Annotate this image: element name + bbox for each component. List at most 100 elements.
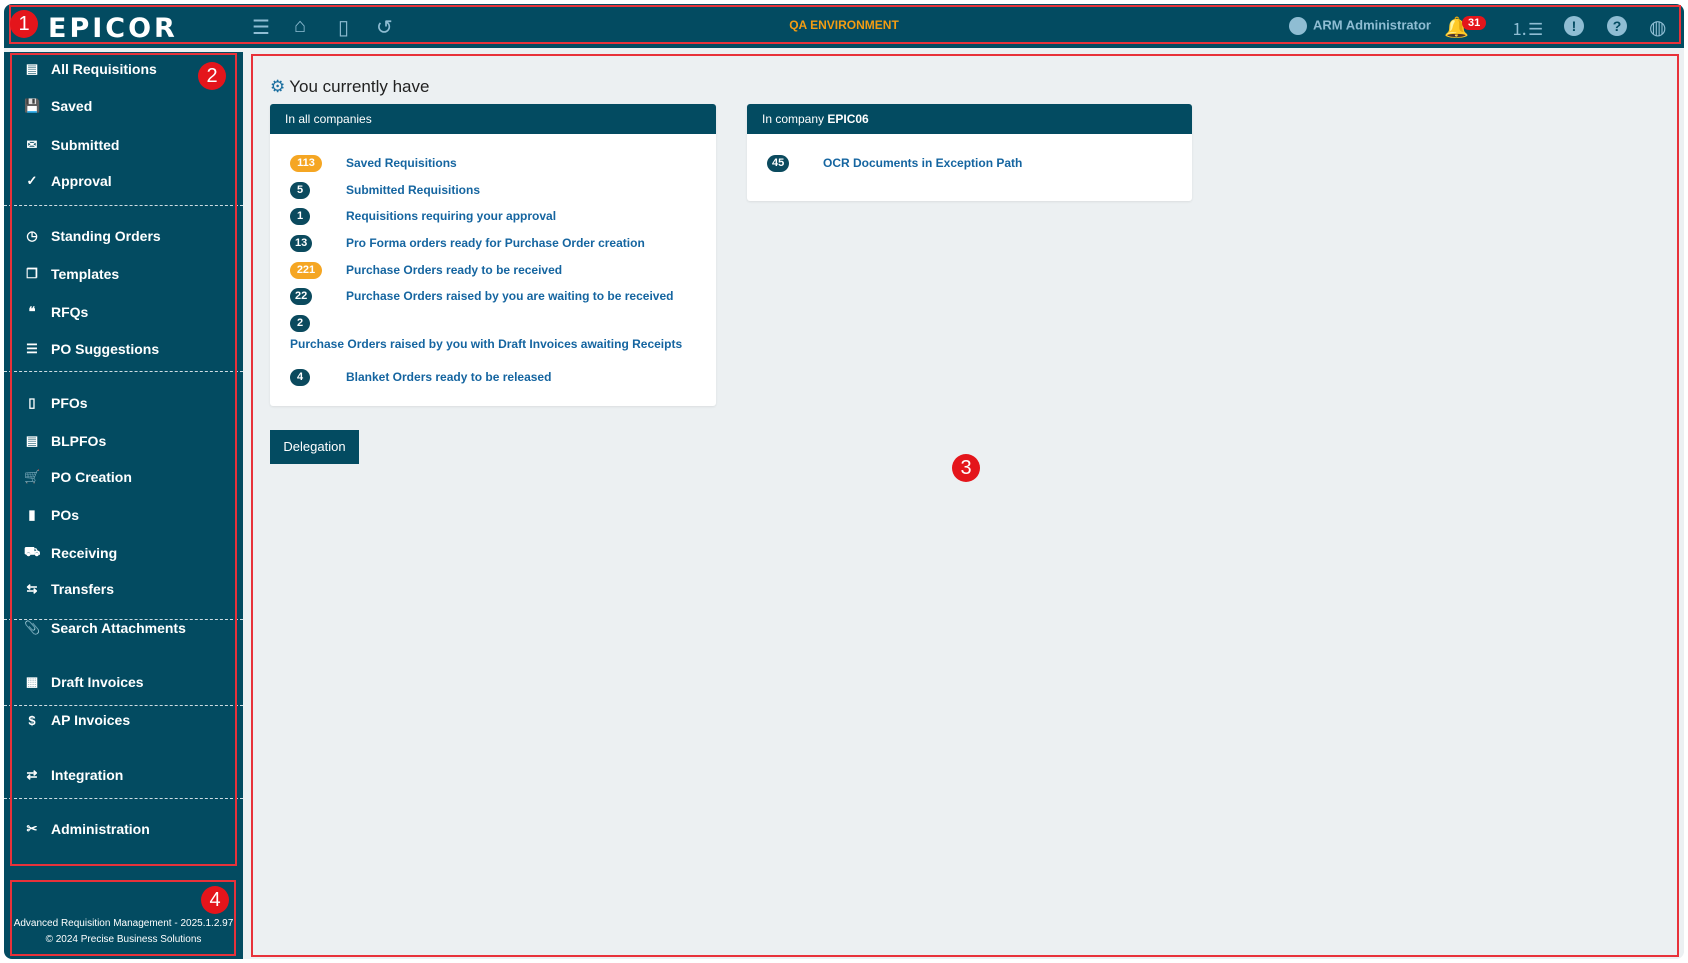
item-link[interactable]: Purchase Orders raised by you are waitin… bbox=[346, 289, 673, 303]
sidebar-item-icon: ▤ bbox=[25, 61, 39, 76]
sidebar-item-icon: ⛟ bbox=[24, 544, 41, 559]
sidebar-item-label: POs bbox=[51, 507, 80, 523]
count-badge: 113 bbox=[290, 155, 322, 172]
sidebar-item-standing-orders[interactable]: ◷ Standing Orders bbox=[24, 221, 161, 251]
sidebar-item-administration[interactable]: ✂ Administration bbox=[24, 814, 150, 844]
company-card: In company EPIC06 45 OCR Documents in Exc… bbox=[747, 104, 1192, 201]
top-bar: EPICOR ☰ ⌂ ▯ ↺ QA ENVIRONMENT ARM Admini… bbox=[4, 4, 1684, 48]
sidebar-item-label: PFOs bbox=[51, 395, 88, 411]
list-item[interactable]: 45 OCR Documents in Exception Path bbox=[767, 155, 1022, 172]
annotation-number-4: 4 bbox=[201, 886, 229, 914]
count-badge: 2 bbox=[290, 315, 310, 332]
card-header: In company EPIC06 bbox=[747, 104, 1192, 134]
item-link[interactable]: Submitted Requisitions bbox=[346, 183, 480, 197]
sidebar-item-icon: ☰ bbox=[26, 341, 38, 356]
sidebar-item-icon: ▦ bbox=[25, 674, 39, 689]
card-header-prefix: In company bbox=[762, 112, 828, 126]
sidebar-item-saved[interactable]: 💾 Saved bbox=[24, 91, 92, 121]
sidebar-item-label: Draft Invoices bbox=[51, 674, 144, 690]
count-badge: 45 bbox=[767, 155, 790, 172]
item-link[interactable]: OCR Documents in Exception Path bbox=[823, 156, 1022, 170]
gear-icon: ⚙ bbox=[270, 77, 286, 96]
sidebar-item-ap-invoices[interactable]: $ AP Invoices bbox=[24, 705, 130, 735]
list-item[interactable]: 5 Submitted Requisitions bbox=[290, 182, 480, 199]
item-link[interactable]: Pro Forma orders ready for Purchase Orde… bbox=[346, 236, 645, 250]
sidebar-footer: Advanced Requisition Management - 2025.1… bbox=[4, 916, 243, 948]
sidebar-item-icon: ⇆ bbox=[26, 581, 38, 596]
company-code: EPIC06 bbox=[827, 112, 869, 126]
sidebar-item-icon: ❐ bbox=[26, 266, 38, 281]
help-icon[interactable]: ? bbox=[1607, 16, 1627, 36]
sidebar-item-label: Receiving bbox=[51, 545, 118, 561]
sidebar-item-icon: 🛒 bbox=[24, 469, 41, 484]
sidebar-item-label: Saved bbox=[51, 98, 93, 114]
sidebar-item-integration[interactable]: ⇄ Integration bbox=[24, 760, 124, 790]
sidebar-item-label: Templates bbox=[51, 266, 120, 282]
sidebar-item-po-creation[interactable]: 🛒 PO Creation bbox=[24, 462, 132, 492]
notification-badge: 31 bbox=[1462, 16, 1487, 30]
environment-label: QA ENVIRONMENT bbox=[789, 18, 899, 32]
item-link[interactable]: Purchase Orders raised by you with Draft… bbox=[290, 337, 682, 351]
annotation-number-3: 3 bbox=[952, 454, 980, 482]
list-item[interactable]: 2 Purchase Orders raised by you with Draf… bbox=[290, 315, 682, 351]
sidebar-item-icon: ▮ bbox=[28, 507, 36, 522]
item-link[interactable]: Purchase Orders ready to be received bbox=[346, 263, 562, 277]
sidebar-item-rfqs[interactable]: ❝ RFQs bbox=[24, 297, 89, 327]
sidebar-item-label: RFQs bbox=[51, 304, 89, 320]
list-item[interactable]: 4 Blanket Orders ready to be released bbox=[290, 369, 551, 386]
copyright-text: © 2024 Precise Business Solutions bbox=[45, 934, 202, 945]
sidebar-item-icon: 📎 bbox=[24, 620, 41, 635]
sidebar-item-blpfos[interactable]: ▤ BLPFOs bbox=[24, 426, 106, 456]
delegation-button[interactable]: Delegation bbox=[270, 430, 359, 464]
user-icon bbox=[1289, 17, 1307, 35]
card-header: In all companies bbox=[270, 104, 716, 134]
ordered-list-icon[interactable]: ⒈☰ bbox=[1511, 15, 1543, 40]
globe-icon[interactable]: ◍ bbox=[1649, 15, 1666, 40]
sidebar-item-approval[interactable]: ✓ Approval bbox=[24, 166, 112, 196]
list-item[interactable]: 1 Requisitions requiring your approval bbox=[290, 208, 556, 225]
item-link[interactable]: Requisitions requiring your approval bbox=[346, 209, 556, 223]
sidebar-item-label: Administration bbox=[51, 821, 150, 837]
sidebar-item-icon: 💾 bbox=[24, 98, 41, 113]
sidebar-item-all-requisitions[interactable]: ▤ All Requisitions bbox=[24, 54, 157, 84]
main-content: ⚙ You currently have In all companies 113… bbox=[243, 48, 1684, 959]
item-link[interactable]: Blanket Orders ready to be released bbox=[346, 370, 551, 384]
list-item[interactable]: 22 Purchase Orders raised by you are wait… bbox=[290, 288, 673, 305]
sidebar-divider bbox=[4, 619, 243, 620]
annotation-number-2: 2 bbox=[198, 62, 226, 90]
item-link[interactable]: Saved Requisitions bbox=[346, 156, 457, 170]
count-badge: 5 bbox=[290, 182, 310, 199]
user-menu[interactable]: ARM Administrator bbox=[1289, 17, 1431, 35]
sidebar-item-po-suggestions[interactable]: ☰ PO Suggestions bbox=[24, 334, 159, 364]
sidebar-divider bbox=[4, 371, 243, 372]
version-text: Advanced Requisition Management - 2025.1… bbox=[13, 918, 234, 929]
sidebar-item-icon: ▯ bbox=[28, 395, 36, 410]
sidebar-item-icon: ▤ bbox=[25, 433, 39, 448]
sidebar-item-pos[interactable]: ▮ POs bbox=[24, 500, 79, 530]
sidebar-item-label: AP Invoices bbox=[51, 712, 131, 728]
user-name: ARM Administrator bbox=[1313, 17, 1431, 33]
sidebar-item-label: Standing Orders bbox=[51, 228, 161, 244]
list-item[interactable]: 13 Pro Forma orders ready for Purchase Or… bbox=[290, 235, 645, 252]
sidebar-item-search-attachments[interactable]: 📎 Search Attachments bbox=[24, 613, 186, 643]
sidebar-item-receiving[interactable]: ⛟ Receiving bbox=[24, 538, 117, 568]
sidebar-item-label: Approval bbox=[51, 173, 112, 189]
sidebar-item-icon: $ bbox=[28, 712, 36, 728]
sidebar-item-transfers[interactable]: ⇆ Transfers bbox=[24, 574, 115, 604]
list-item[interactable]: 221 Purchase Orders ready to be received bbox=[290, 262, 562, 279]
list-item[interactable]: 113 Saved Requisitions bbox=[290, 155, 457, 172]
count-badge: 221 bbox=[290, 262, 322, 279]
sidebar-item-label: Submitted bbox=[51, 137, 120, 153]
sidebar-item-label: Transfers bbox=[51, 581, 115, 597]
alert-icon[interactable]: ! bbox=[1564, 16, 1584, 36]
sidebar-item-icon: ⇄ bbox=[26, 767, 38, 782]
sidebar-item-pfos[interactable]: ▯ PFOs bbox=[24, 388, 88, 418]
sidebar-item-submitted[interactable]: ✉ Submitted bbox=[24, 130, 120, 160]
sidebar-item-templates[interactable]: ❐ Templates bbox=[24, 259, 119, 289]
sidebar-item-icon: ✉ bbox=[26, 137, 38, 152]
page-title-text: You currently have bbox=[289, 77, 430, 96]
sidebar-item-label: PO Creation bbox=[51, 469, 132, 485]
sidebar-item-icon: ✂ bbox=[26, 821, 38, 836]
page-title: ⚙ You currently have bbox=[270, 77, 429, 97]
sidebar-item-draft-invoices[interactable]: ▦ Draft Invoices bbox=[24, 667, 144, 697]
